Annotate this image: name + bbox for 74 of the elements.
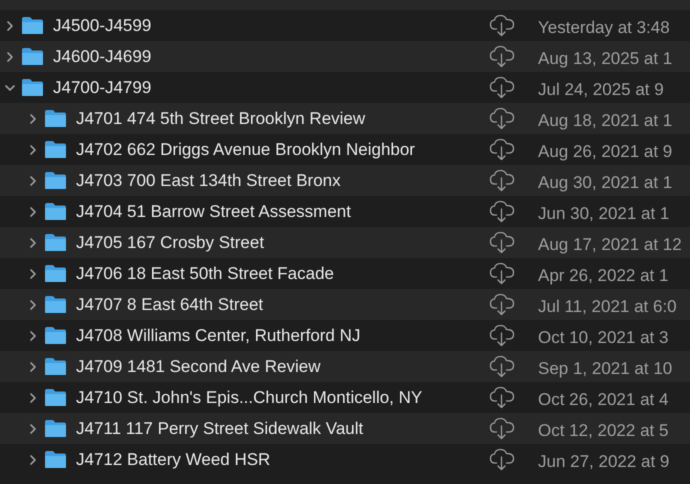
chevron-right-icon[interactable] (28, 174, 38, 186)
chevron-right-icon[interactable] (28, 236, 38, 248)
folder-name: J4710 St. John's Epis...Church Monticello, NY (76, 386, 422, 409)
folder-name: J4600-J4699 (53, 46, 152, 68)
cloud-download-icon[interactable] (489, 417, 515, 440)
folder-icon (21, 16, 44, 35)
folder-icon (44, 326, 67, 345)
date-modified: Jul 24, 2025 at 9 (538, 79, 664, 101)
date-modified: Aug 30, 2021 at 1 (538, 172, 672, 194)
cloud-download-icon[interactable] (489, 76, 515, 99)
cloud-download-icon[interactable] (489, 45, 515, 68)
folder-icon (44, 202, 67, 221)
chevron-right-icon[interactable] (28, 268, 38, 280)
cloud-download-icon[interactable] (489, 262, 515, 285)
cloud-download-icon[interactable] (489, 169, 515, 192)
folder-name: J4500-J4599 (53, 14, 152, 37)
folder-name: J4707 8 East 64th Street (76, 294, 264, 316)
folder-name: J4701 474 5th Street Brooklyn Review (76, 108, 366, 130)
date-modified: Aug 17, 2021 at 12 (538, 234, 682, 256)
chevron-right-icon[interactable] (28, 422, 38, 434)
folder-icon (21, 78, 44, 97)
date-modified: Aug 26, 2021 at 9 (538, 141, 672, 163)
folder-name: J4708 Williams Center, Rutherford NJ (76, 324, 360, 347)
date-modified: Jun 27, 2022 at 9 (538, 451, 670, 473)
chevron-right-icon[interactable] (28, 144, 38, 156)
chevron-right-icon[interactable] (28, 392, 38, 404)
chevron-right-icon[interactable] (28, 330, 38, 342)
date-modified: Oct 10, 2021 at 3 (538, 327, 668, 349)
date-modified: Yesterday at 3:48 (538, 17, 670, 39)
date-modified: Jun 30, 2021 at 1 (538, 203, 670, 225)
cloud-download-icon[interactable] (489, 355, 515, 378)
cloud-download-icon[interactable] (489, 293, 515, 316)
cloud-download-icon[interactable] (489, 107, 515, 130)
chevron-right-icon[interactable] (28, 112, 38, 124)
cloud-download-icon[interactable] (489, 14, 515, 37)
chevron-right-icon[interactable] (28, 454, 38, 466)
chevron-right-icon[interactable] (28, 206, 38, 218)
cloud-download-icon[interactable] (489, 324, 515, 347)
date-modified: Jul 11, 2021 at 6:0 (538, 296, 677, 318)
cloud-download-icon[interactable] (489, 231, 515, 254)
chevron-right-icon[interactable] (5, 50, 15, 62)
date-modified: Aug 18, 2021 at 1 (538, 110, 672, 132)
folder-icon (44, 264, 67, 283)
folder-name: J4704 51 Barrow Street Assessment (76, 200, 351, 223)
folder-icon (44, 450, 67, 469)
folder-icon (44, 233, 67, 252)
folder-icon (44, 419, 67, 438)
cloud-download-icon[interactable] (489, 448, 515, 471)
folder-name: J4709 1481 Second Ave Review (76, 356, 320, 378)
folder-icon (21, 47, 44, 66)
date-modified: Oct 26, 2021 at 4 (538, 389, 668, 411)
folder-name: J4706 18 East 50th Street Facade (76, 262, 334, 285)
cloud-download-icon[interactable] (489, 386, 515, 409)
folder-name: J4711 117 Perry Street Sidewalk Vault (76, 418, 364, 440)
date-modified: Apr 26, 2022 at 1 (538, 265, 668, 287)
cloud-download-icon[interactable] (489, 200, 515, 223)
folder-name: J4705 167 Crosby Street (76, 232, 264, 254)
folder-icon (44, 388, 67, 407)
folder-name: J4700-J4799 (53, 76, 152, 99)
chevron-right-icon[interactable] (5, 20, 15, 32)
folder-icon (44, 171, 67, 190)
folder-icon (44, 357, 67, 376)
cloud-download-icon[interactable] (489, 138, 515, 161)
folder-icon (44, 140, 67, 159)
chevron-right-icon[interactable] (28, 298, 38, 310)
folder-name: J4702 662 Driggs Avenue Brooklyn Neighbor (76, 138, 415, 161)
folder-icon (44, 295, 67, 314)
folder-name: J4712 Battery Weed HSR (76, 448, 270, 471)
chevron-right-icon[interactable] (28, 360, 38, 372)
date-modified: Sep 1, 2021 at 10 (538, 358, 672, 380)
date-modified: Aug 13, 2025 at 1 (538, 48, 672, 70)
folder-name: J4703 700 East 134th Street Bronx (76, 170, 341, 192)
folder-icon (44, 109, 67, 128)
date-modified: Oct 12, 2022 at 5 (538, 420, 668, 442)
